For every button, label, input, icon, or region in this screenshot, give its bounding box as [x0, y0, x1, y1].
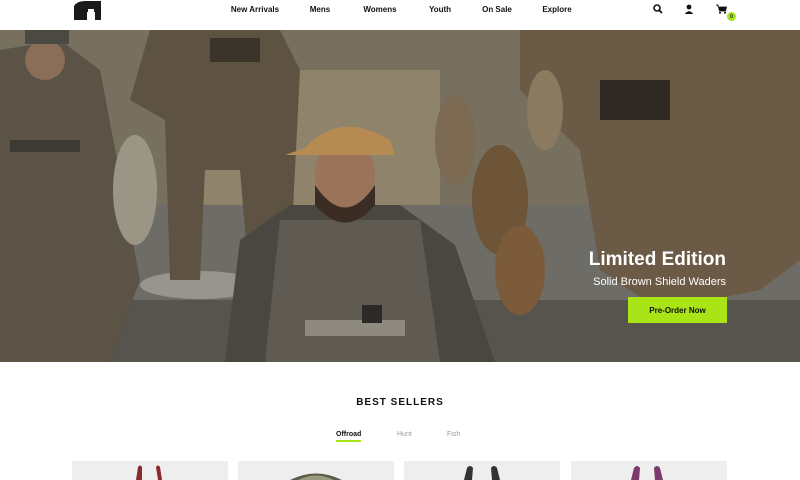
product-image [631, 466, 663, 480]
product-card[interactable] [238, 461, 394, 480]
tab-fish[interactable]: Fish [447, 431, 460, 438]
hero-title: Limited Edition [588, 249, 726, 270]
cart-icon[interactable] [714, 2, 728, 16]
tab-offroad[interactable]: Offroad [336, 431, 362, 442]
product-card[interactable] [404, 461, 560, 480]
best-sellers-title: BEST SELLERS [356, 397, 444, 408]
product-card[interactable] [72, 461, 228, 480]
pre-order-button[interactable]: Pre-Order Now [628, 297, 727, 323]
product-image [136, 465, 162, 480]
nav-new-arrivals[interactable]: New Arrivals [212, 5, 298, 14]
tab-hunt[interactable]: Hunt [397, 431, 412, 438]
account-icon[interactable] [682, 2, 696, 16]
nav-explore[interactable]: Explore [532, 5, 582, 14]
main-nav: New Arrivals Mens Womens Youth On Sale E… [212, 0, 582, 18]
product-card[interactable] [571, 461, 727, 480]
site-header: New Arrivals Mens Womens Youth On Sale E… [0, 0, 800, 30]
product-image [464, 466, 500, 480]
nav-womens[interactable]: Womens [342, 5, 418, 14]
product-image [290, 473, 342, 480]
nav-mens[interactable]: Mens [298, 5, 342, 14]
brand-logo-icon[interactable] [72, 0, 104, 22]
nav-youth[interactable]: Youth [418, 5, 462, 14]
nav-on-sale[interactable]: On Sale [462, 5, 532, 14]
search-icon[interactable] [651, 2, 665, 16]
hero-subtitle: Solid Brown Shield Waders [593, 276, 726, 288]
cart-count-badge: 0 [727, 12, 736, 21]
